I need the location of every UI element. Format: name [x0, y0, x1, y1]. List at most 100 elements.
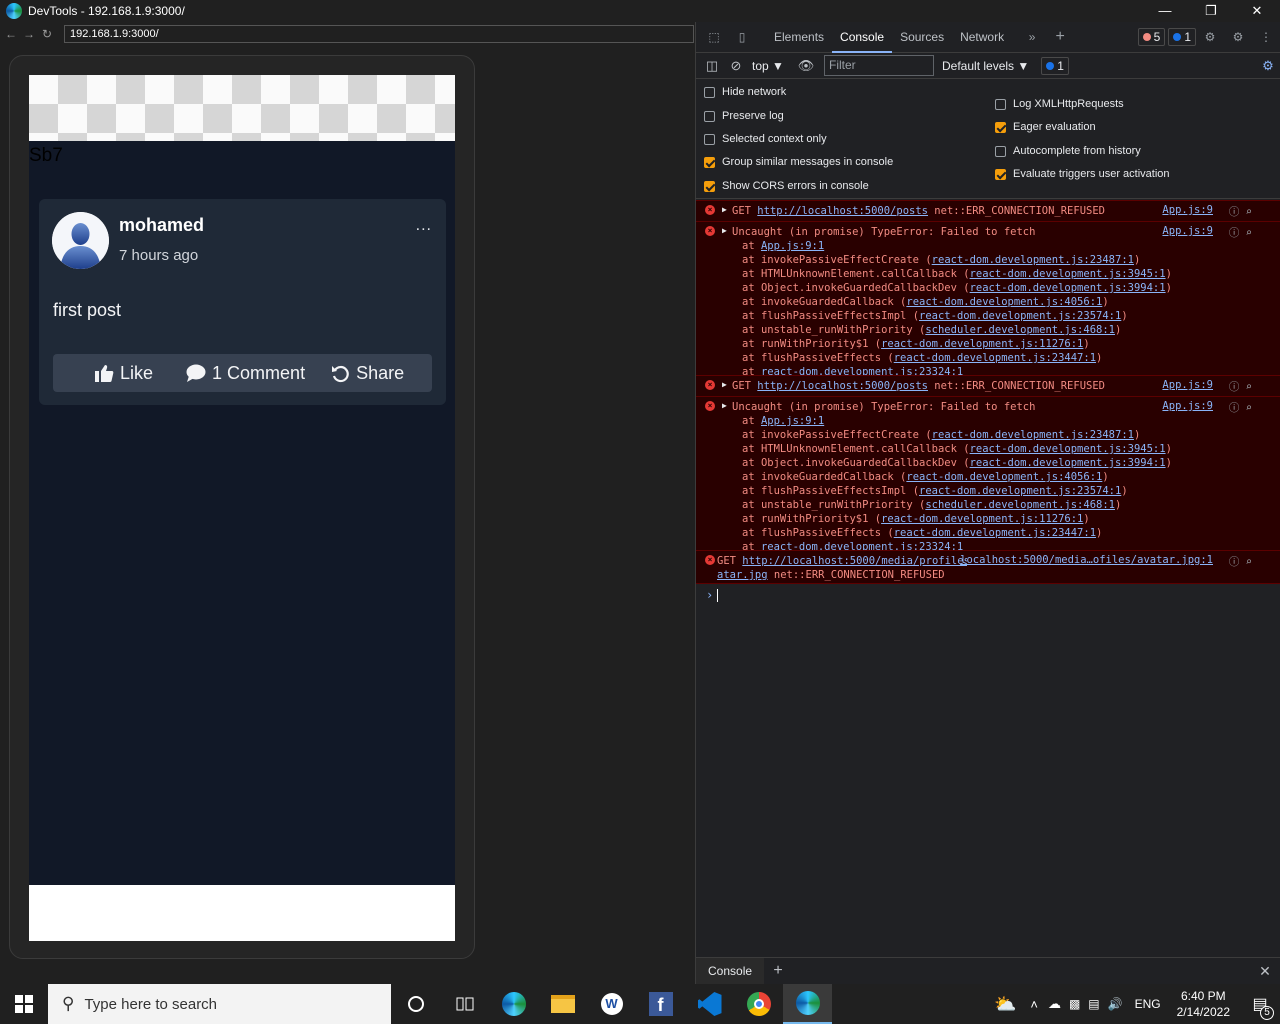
log-xhr-checkbox[interactable] [995, 98, 1006, 110]
restore-icon[interactable]: ❐ [1188, 0, 1234, 22]
console-error-message[interactable]: × GET http://localhost:5000/media/profil… [696, 550, 1280, 584]
tab-console[interactable]: Console [832, 22, 893, 53]
stack-link[interactable]: react-dom.development.js:4056:1 [906, 471, 1102, 483]
chrome-icon[interactable] [734, 984, 783, 1024]
context-select[interactable]: top ▼ [752, 59, 794, 73]
sidebar-toggle-icon[interactable]: ◫ [700, 55, 724, 77]
source-link[interactable]: App.js:9 [1162, 204, 1213, 216]
url-input[interactable]: 192.168.1.9:3000/ [64, 25, 694, 43]
notifications-icon[interactable]: ▤ 5 [1240, 994, 1280, 1020]
tab-sources[interactable]: Sources [892, 22, 952, 53]
weather-icon[interactable]: ⛅ [994, 994, 1016, 1015]
stack-link[interactable]: react-dom.development.js:11276:1 [881, 338, 1083, 350]
close-drawer-icon[interactable]: ✕ [1250, 963, 1280, 980]
filter-input[interactable]: Filter [824, 55, 934, 76]
console-settings-icon[interactable]: ⚙ [1256, 55, 1280, 77]
edge-dev-taskbar-icon[interactable] [783, 984, 832, 1024]
expand-triangle-icon[interactable]: ▶ [722, 380, 727, 389]
message-tools-icons[interactable]: ⓘ ⌕ [1229, 379, 1252, 394]
stack-link[interactable]: scheduler.development.js:468:1 [925, 499, 1115, 511]
gear-icon[interactable]: ⚙ [1196, 27, 1224, 47]
more-tabs-icon[interactable]: » [1018, 27, 1046, 47]
hide-network-checkbox[interactable] [704, 86, 715, 98]
hide-network-option[interactable]: Hide network [704, 86, 786, 98]
expand-triangle-icon[interactable]: ▶ [722, 205, 727, 214]
source-link[interactable]: App.js:9 [1162, 379, 1213, 391]
avatar[interactable] [52, 212, 109, 269]
expand-triangle-icon[interactable]: ▶ [722, 226, 727, 235]
request-url-link-cont[interactable]: atar.jpg [717, 569, 768, 581]
add-drawer-tab-icon[interactable]: + [764, 962, 792, 980]
comment-button[interactable]: 1 Comment [186, 363, 305, 384]
taskbar-clock[interactable]: 6:40 PM 2/14/2022 [1177, 988, 1230, 1020]
log-xhr-option[interactable]: Log XMLHttpRequests [995, 98, 1124, 110]
vscode-icon[interactable] [685, 984, 734, 1024]
forward-icon[interactable]: → [22, 27, 36, 41]
refresh-icon[interactable]: ↻ [40, 27, 54, 41]
post-username[interactable]: mohamed [119, 215, 204, 236]
show-cors-option[interactable]: Show CORS errors in console [704, 180, 869, 192]
tab-network[interactable]: Network [952, 22, 1012, 53]
request-url-link[interactable]: http://localhost:5000/media/profiles/av [742, 555, 967, 567]
console-prompt[interactable]: › [696, 584, 1280, 602]
preserve-log-option[interactable]: Preserve log [704, 110, 784, 122]
stack-link[interactable]: react-dom.development.js:23447:1 [894, 527, 1096, 539]
inspect-icon[interactable]: ⬚ [700, 27, 728, 47]
selected-context-option[interactable]: Selected context only [704, 133, 827, 145]
share-button[interactable]: Share [331, 363, 404, 384]
stack-link[interactable]: react-dom.development.js:23447:1 [894, 352, 1096, 364]
stack-link[interactable]: react-dom.development.js:23487:1 [932, 254, 1134, 266]
stack-link[interactable]: react-dom.development.js:23574:1 [919, 310, 1121, 322]
message-tools-icons[interactable]: ⓘ ⌕ [1229, 400, 1252, 415]
drawer-tab-console[interactable]: Console [696, 958, 765, 984]
eye-icon[interactable]: 👁 [794, 55, 818, 77]
group-similar-checkbox[interactable] [704, 156, 715, 168]
stack-link[interactable]: react-dom.development.js:23574:1 [919, 485, 1121, 497]
source-link[interactable]: App.js:9 [1162, 225, 1213, 237]
source-link[interactable]: localhost:5000/media…ofiles/avatar.jpg:1 [960, 554, 1213, 566]
edge-taskbar-icon[interactable] [489, 984, 538, 1024]
request-url-link[interactable]: http://localhost:5000/posts [757, 380, 928, 392]
eager-eval-checkbox[interactable] [995, 121, 1006, 133]
console-error-message[interactable]: × ▶ Uncaught (in promise) TypeError: Fai… [696, 221, 1280, 378]
file-explorer-icon[interactable] [538, 984, 587, 1024]
stack-link[interactable]: react-dom.development.js:3945:1 [970, 268, 1166, 280]
like-button[interactable]: Like [94, 363, 153, 384]
minimize-icon[interactable]: — [1142, 0, 1188, 22]
customize-icon[interactable]: ⚙ [1224, 27, 1252, 47]
facebook-icon[interactable]: f [636, 984, 685, 1024]
kebab-menu-icon[interactable]: ⋮ [1252, 27, 1280, 47]
request-url-link[interactable]: http://localhost:5000/posts [757, 205, 928, 217]
close-icon[interactable]: ✕ [1234, 0, 1280, 22]
info-count-badge[interactable]: 1 [1168, 28, 1196, 46]
issues-badge[interactable]: 1 [1041, 56, 1069, 75]
stack-link[interactable]: react-dom.development.js:3994:1 [970, 282, 1166, 294]
clear-console-icon[interactable]: ⊘ [724, 55, 748, 77]
onedrive-icon[interactable]: ☁ [1048, 996, 1061, 1012]
autocomplete-checkbox[interactable] [995, 145, 1006, 157]
autocomplete-option[interactable]: Autocomplete from history [995, 145, 1141, 157]
message-tools-icons[interactable]: ⓘ ⌕ [1229, 554, 1252, 569]
network-icon[interactable]: ▤ [1088, 997, 1099, 1011]
console-error-message[interactable]: × ▶ GET http://localhost:5000/posts net:… [696, 200, 1280, 221]
eager-eval-option[interactable]: Eager evaluation [995, 121, 1096, 133]
cortana-icon[interactable] [391, 984, 440, 1024]
start-button[interactable] [0, 984, 48, 1024]
more-options-icon[interactable]: ... [416, 217, 432, 235]
device-icon[interactable]: ▩ [1069, 997, 1080, 1011]
stack-link[interactable]: react-dom.development.js:3945:1 [970, 443, 1166, 455]
stack-link[interactable]: scheduler.development.js:468:1 [925, 324, 1115, 336]
message-tools-icons[interactable]: ⓘ ⌕ [1229, 225, 1252, 240]
language-indicator[interactable]: ENG [1135, 997, 1161, 1011]
expand-triangle-icon[interactable]: ▶ [722, 401, 727, 410]
stack-link[interactable]: react-dom.development.js:4056:1 [906, 296, 1102, 308]
show-cors-checkbox[interactable] [704, 180, 715, 192]
back-icon[interactable]: ← [4, 27, 18, 41]
log-levels-select[interactable]: Default levels ▼ [942, 59, 1029, 73]
device-toggle-icon[interactable]: ▯ [728, 27, 756, 47]
task-view-icon[interactable] [440, 984, 489, 1024]
stack-link[interactable]: react-dom.development.js:11276:1 [881, 513, 1083, 525]
group-similar-option[interactable]: Group similar messages in console [704, 156, 893, 168]
error-count-badge[interactable]: 5 [1137, 28, 1166, 46]
console-error-message[interactable]: × ▶ Uncaught (in promise) TypeError: Fai… [696, 396, 1280, 553]
